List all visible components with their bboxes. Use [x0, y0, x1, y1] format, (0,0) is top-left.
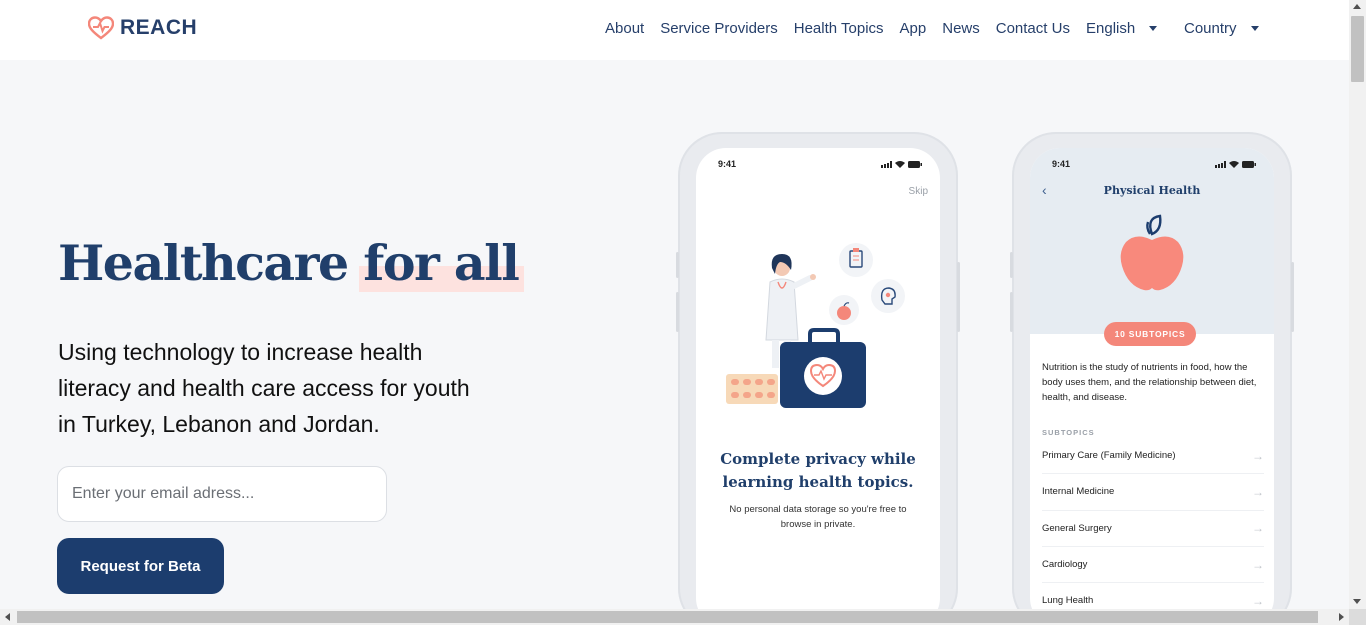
- language-dropdown[interactable]: English: [1086, 20, 1158, 37]
- arrow-right-icon: →: [1252, 521, 1264, 536]
- phone-mockup-privacy: 9:41 Skip Complete privacy while learnin…: [676, 132, 960, 625]
- arrow-right-icon: →: [1252, 557, 1264, 572]
- list-item[interactable]: Internal Medicine →: [1042, 474, 1264, 511]
- email-input[interactable]: [57, 466, 387, 522]
- subtopics-heading: SUBTOPICS: [1042, 428, 1095, 437]
- hero-title-highlight-text: for all: [363, 234, 520, 292]
- phone-side-button: [676, 252, 679, 278]
- skip-link[interactable]: Skip: [909, 186, 928, 197]
- status-time: 9:41: [1052, 159, 1071, 169]
- wifi-icon: [1229, 160, 1239, 168]
- heart-pulse-icon: [88, 16, 114, 40]
- nav-link-health-topics[interactable]: Health Topics: [794, 20, 884, 37]
- status-bar: 9:41: [1052, 159, 1256, 169]
- phone-mockup-physical-health: 9:41 ‹ Physical Health 10 SUBTOPICS Nutr…: [1010, 132, 1294, 625]
- list-item[interactable]: Primary Care (Family Medicine) →: [1042, 438, 1264, 475]
- navbar: REACH About Service Providers Health Top…: [0, 0, 1349, 60]
- phone-side-button: [957, 262, 960, 332]
- brand-logo[interactable]: REACH: [88, 16, 197, 40]
- signal-icon: [1215, 160, 1226, 168]
- hero-title: Healthcare for all: [58, 234, 525, 292]
- privacy-title: Complete privacy while learning health t…: [720, 450, 916, 491]
- subtopic-label: Cardiology: [1042, 559, 1088, 571]
- scroll-down-arrow-icon[interactable]: [1353, 599, 1361, 604]
- chevron-down-icon: [1250, 26, 1259, 31]
- list-item[interactable]: General Surgery →: [1042, 511, 1264, 547]
- nav-link-service-providers[interactable]: Service Providers: [660, 20, 778, 37]
- scrollbar-corner: [1349, 609, 1366, 625]
- vertical-scroll-thumb[interactable]: [1351, 16, 1364, 82]
- nav-link-contact-us[interactable]: Contact Us: [996, 20, 1070, 37]
- phone-side-button: [676, 292, 679, 332]
- subtopics-count-badge: 10 SUBTOPICS: [1104, 322, 1196, 346]
- arrow-right-icon: →: [1252, 448, 1264, 463]
- phone-screen: 9:41 Skip Complete privacy while learnin…: [696, 148, 940, 625]
- phone-side-button: [1010, 252, 1013, 278]
- status-icons: [881, 159, 922, 169]
- status-icons: [1215, 159, 1256, 169]
- topic-description: Nutrition is the study of nutrients in f…: [1042, 362, 1257, 403]
- scroll-left-arrow-icon[interactable]: [5, 613, 10, 621]
- horizontal-scroll-thumb[interactable]: [17, 611, 1318, 623]
- arrow-right-icon: →: [1252, 484, 1264, 499]
- list-item[interactable]: Cardiology →: [1042, 547, 1264, 584]
- subtopic-label: Lung Health: [1042, 595, 1094, 607]
- signal-icon: [881, 160, 892, 168]
- page: REACH About Service Providers Health Top…: [0, 0, 1366, 625]
- chevron-down-icon: [1149, 26, 1158, 31]
- subtopic-label: Internal Medicine: [1042, 486, 1115, 498]
- status-time: 9:41: [718, 159, 737, 169]
- phone-screen: 9:41 ‹ Physical Health 10 SUBTOPICS Nutr…: [1030, 148, 1274, 625]
- subtopic-label: General Surgery: [1042, 522, 1112, 534]
- arrow-right-icon: →: [1252, 593, 1264, 608]
- subtopic-label: Primary Care (Family Medicine): [1042, 450, 1176, 462]
- phone-side-button: [1291, 262, 1294, 332]
- status-bar: 9:41: [718, 159, 922, 169]
- hero-title-highlight: for all: [359, 234, 525, 292]
- request-beta-button[interactable]: Request for Beta: [57, 538, 224, 594]
- privacy-description: No personal data storage so you're free …: [729, 504, 907, 530]
- scroll-right-arrow-icon[interactable]: [1339, 613, 1344, 621]
- nav-links: About Service Providers Health Topics Ap…: [605, 20, 1070, 37]
- topic-title: Physical Health: [1103, 184, 1201, 197]
- phone-side-button: [1010, 292, 1013, 332]
- wifi-icon: [895, 160, 905, 168]
- horizontal-scrollbar[interactable]: [0, 609, 1349, 625]
- brand-name: REACH: [120, 16, 198, 39]
- hero-title-main: Healthcare: [58, 234, 349, 292]
- nav-link-app[interactable]: App: [900, 20, 927, 37]
- vertical-scrollbar[interactable]: [1349, 0, 1366, 609]
- country-dropdown[interactable]: Country: [1184, 20, 1259, 37]
- subtopics-list: Primary Care (Family Medicine) → Internal…: [1042, 438, 1264, 620]
- nav-link-news[interactable]: News: [942, 20, 980, 37]
- battery-icon: [908, 160, 922, 168]
- apple-icon: [1120, 214, 1184, 291]
- doctor-illustration: [726, 243, 905, 408]
- battery-icon: [1242, 160, 1256, 168]
- nav-link-about[interactable]: About: [605, 20, 644, 37]
- country-label: Country: [1184, 20, 1237, 37]
- hero-subtitle: Using technology to increase health lite…: [58, 339, 470, 437]
- scroll-up-arrow-icon[interactable]: [1353, 4, 1361, 9]
- language-label: English: [1086, 20, 1136, 37]
